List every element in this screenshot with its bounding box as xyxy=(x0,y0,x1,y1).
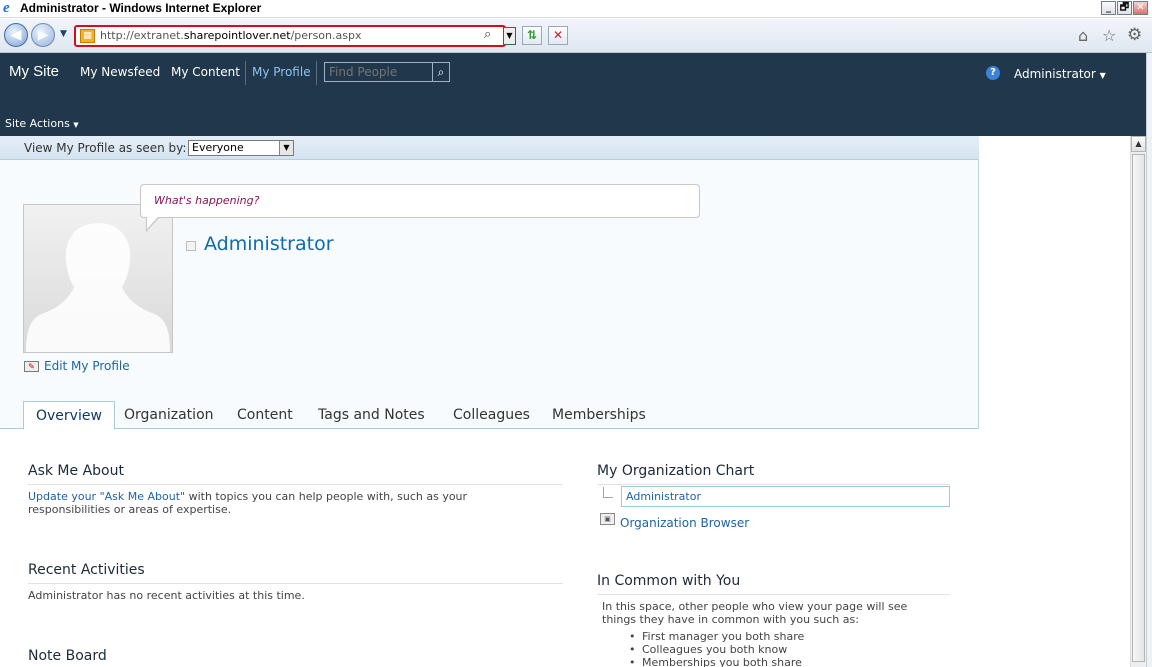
close-window-button[interactable]: ✕ xyxy=(1133,1,1148,15)
org-chart-heading: My Organization Chart xyxy=(597,463,755,479)
ask-me-about-text: Update your "Ask Me About" with topics y… xyxy=(28,490,563,516)
recent-pages-dropdown-icon[interactable]: ▼ xyxy=(60,29,67,39)
section-divider xyxy=(28,583,563,584)
org-chart-node-label: Administrator xyxy=(626,490,701,503)
address-bar[interactable]: ▦ http://extranet.sharepointlover.net/pe… xyxy=(74,25,506,47)
view-as-label: View My Profile as seen by: xyxy=(24,141,187,155)
list-item: First manager you both share xyxy=(602,630,950,643)
section-divider xyxy=(28,484,563,485)
in-common-heading: In Common with You xyxy=(597,573,741,589)
minimize-button[interactable]: _ xyxy=(1101,1,1116,15)
status-bubble-tail-inner xyxy=(147,216,159,229)
ask-me-about-desc: with topics you can help people with, su… xyxy=(185,490,468,503)
restore-button[interactable]: 🗗 xyxy=(1117,1,1132,15)
list-item: Memberships you both share xyxy=(602,656,950,667)
ask-me-about-heading: Ask Me About xyxy=(28,463,124,479)
help-icon[interactable]: ? xyxy=(986,66,1000,80)
navigation-bar: ◀ ▶ ▼ ▦ http://extranet.sharepointlover.… xyxy=(0,19,1152,53)
section-divider xyxy=(597,484,950,485)
window-title: Administrator - Windows Internet Explore… xyxy=(20,1,262,15)
update-ask-me-about-link[interactable]: Update your "Ask Me About" xyxy=(28,490,185,503)
status-placeholder[interactable]: What's happening? xyxy=(154,194,259,207)
org-chart-node[interactable]: Administrator xyxy=(621,486,950,507)
ask-me-about-desc-2: responsibilities or areas of expertise. xyxy=(28,503,232,516)
nav-my-content[interactable]: My Content xyxy=(171,65,240,79)
url-domain: sharepointlover.net xyxy=(183,29,291,42)
address-search-icon[interactable]: ⌕ xyxy=(484,27,491,42)
site-actions-label: Site Actions xyxy=(5,117,70,130)
forward-button[interactable]: ▶ xyxy=(31,23,55,47)
view-as-selected-value: Everyone xyxy=(192,141,244,154)
list-item: Colleagues you both know xyxy=(602,643,950,656)
nav-my-profile[interactable]: My Profile xyxy=(252,65,311,79)
url-prefix: http://extranet. xyxy=(100,29,184,42)
org-chart-connector xyxy=(603,487,613,498)
tab-content[interactable]: Content xyxy=(225,401,305,429)
nav-separator xyxy=(316,61,317,85)
tab-colleagues[interactable]: Colleagues xyxy=(441,401,542,429)
scroll-up-button[interactable]: ▲ xyxy=(1131,136,1146,152)
view-as-select[interactable]: Everyone ▼ xyxy=(188,140,294,156)
ie-logo-icon: e xyxy=(3,0,10,16)
tools-gear-icon[interactable]: ⚙ xyxy=(1127,25,1142,45)
user-menu[interactable]: Administrator ▼ xyxy=(1014,67,1106,81)
nav-my-newsfeed[interactable]: My Newsfeed xyxy=(80,65,160,79)
section-divider xyxy=(597,594,950,595)
chevron-down-icon: ▼ xyxy=(279,141,293,155)
in-common-text-1: In this space, other people who view you… xyxy=(602,600,908,613)
back-button[interactable]: ◀ xyxy=(4,23,28,47)
find-people-search: ⌕ xyxy=(324,62,450,82)
in-common-list: First manager you both share Colleagues … xyxy=(602,630,950,667)
browser-window: e Administrator - Windows Internet Explo… xyxy=(0,0,1152,667)
find-people-input[interactable] xyxy=(325,63,431,81)
recent-activities-text: Administrator has no recent activities a… xyxy=(28,589,305,602)
chevron-down-icon: ▼ xyxy=(1099,71,1106,80)
scroll-thumb[interactable] xyxy=(1132,154,1145,662)
org-browser-icon: ▣ xyxy=(600,513,615,525)
tab-tags-and-notes[interactable]: Tags and Notes xyxy=(306,401,437,429)
home-icon[interactable]: ⌂ xyxy=(1078,26,1088,45)
organization-browser-link[interactable]: Organization Browser xyxy=(620,516,749,530)
stop-button[interactable]: ✕ xyxy=(548,26,568,45)
window-frame-right xyxy=(1146,53,1152,667)
nav-separator xyxy=(245,61,246,85)
chevron-down-icon: ▼ xyxy=(73,121,79,129)
favorites-star-icon[interactable]: ☆ xyxy=(1102,26,1116,45)
vertical-scrollbar[interactable]: ▲ xyxy=(1130,136,1146,667)
page-favicon-icon: ▦ xyxy=(80,29,95,43)
presence-checkbox[interactable] xyxy=(186,241,196,251)
refresh-button[interactable]: ⇅ xyxy=(522,26,542,45)
in-common-text-2: things they have in common with you such… xyxy=(602,613,859,626)
user-menu-label: Administrator xyxy=(1014,67,1096,81)
note-board-heading: Note Board xyxy=(28,648,107,664)
search-icon[interactable]: ⌕ xyxy=(432,63,449,81)
site-title-link[interactable]: My Site xyxy=(9,63,59,80)
site-actions-menu[interactable]: Site Actions ▼ xyxy=(5,117,79,130)
tab-organization[interactable]: Organization xyxy=(112,401,226,429)
address-dropdown-button[interactable]: ▼ xyxy=(503,27,516,45)
edit-profile-link[interactable]: Edit My Profile xyxy=(44,359,130,373)
url-path: /person.aspx xyxy=(290,29,362,42)
address-url[interactable]: http://extranet.sharepointlover.net/pers… xyxy=(100,29,361,43)
profile-name: Administrator xyxy=(204,233,334,255)
title-bar: e Administrator - Windows Internet Explo… xyxy=(0,0,1152,18)
tab-overview[interactable]: Overview xyxy=(23,401,115,430)
edit-profile-icon: ✎ xyxy=(24,361,39,372)
tab-memberships[interactable]: Memberships xyxy=(540,401,658,429)
recent-activities-heading: Recent Activities xyxy=(28,562,145,578)
in-common-text: In this space, other people who view you… xyxy=(602,600,950,626)
